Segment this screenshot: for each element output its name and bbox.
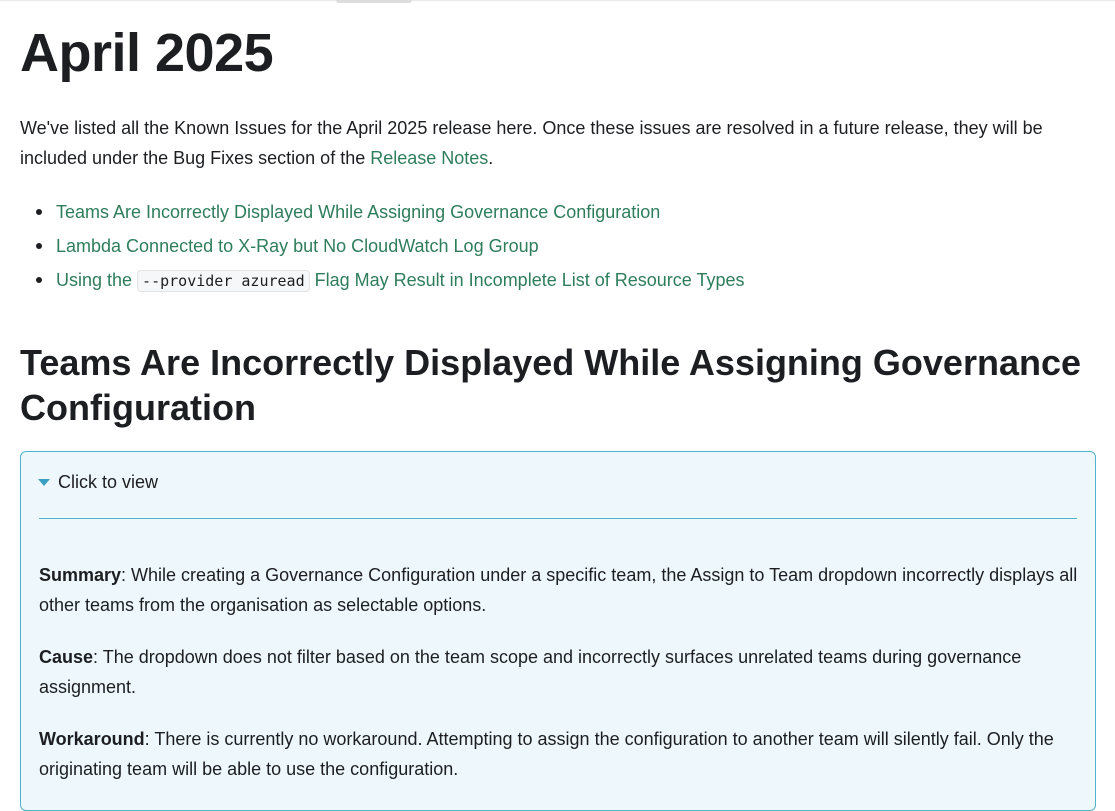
details-toggle-label: Click to view bbox=[58, 472, 159, 492]
top-tab-handle bbox=[336, 0, 412, 3]
release-notes-link[interactable]: Release Notes bbox=[370, 148, 488, 168]
issue-link-suffix: Flag May Result in Incomplete List of Re… bbox=[309, 270, 745, 290]
workaround-text: : There is currently no workaround. Atte… bbox=[39, 729, 1054, 779]
details-toggle[interactable]: Click to view bbox=[38, 472, 158, 493]
cause-label: Cause bbox=[39, 647, 94, 667]
inline-code: --provider azuread bbox=[137, 270, 310, 292]
cause-text: : The dropdown does not filter based on … bbox=[39, 647, 1022, 697]
top-edge bbox=[0, 0, 1115, 2]
workaround-label: Workaround bbox=[39, 729, 145, 749]
workaround-paragraph: Workaround: There is currently no workar… bbox=[39, 724, 1079, 784]
caret-down-icon bbox=[38, 479, 50, 486]
list-item: Teams Are Incorrectly Displayed While As… bbox=[35, 195, 744, 229]
issue-link-prefix: Using the bbox=[56, 270, 138, 290]
page-title: April 2025 bbox=[20, 23, 274, 83]
issue-link-provider[interactable]: Using the --provider azuread Flag May Re… bbox=[56, 270, 745, 292]
summary-label: Summary bbox=[39, 565, 122, 585]
issue-link-lambda[interactable]: Lambda Connected to X-Ray but No CloudWa… bbox=[56, 236, 539, 256]
divider bbox=[39, 518, 1077, 519]
intro-text-end: . bbox=[488, 148, 494, 168]
section-heading: Teams Are Incorrectly Displayed While As… bbox=[20, 342, 1081, 428]
list-item: Lambda Connected to X-Ray but No CloudWa… bbox=[35, 229, 744, 263]
intro-paragraph: We've listed all the Known Issues for th… bbox=[20, 113, 1098, 173]
summary-text: : While creating a Governance Configurat… bbox=[39, 565, 1078, 615]
summary-paragraph: Summary: While creating a Governance Con… bbox=[39, 560, 1079, 620]
details-panel: Click to view Summary: While creating a … bbox=[20, 451, 1096, 811]
cause-paragraph: Cause: The dropdown does not filter base… bbox=[39, 642, 1079, 702]
list-item: Using the --provider azuread Flag May Re… bbox=[35, 263, 745, 298]
issue-link-teams[interactable]: Teams Are Incorrectly Displayed While As… bbox=[56, 202, 660, 222]
intro-text: We've listed all the Known Issues for th… bbox=[20, 118, 1043, 168]
issues-list: Teams Are Incorrectly Displayed While As… bbox=[20, 195, 744, 298]
